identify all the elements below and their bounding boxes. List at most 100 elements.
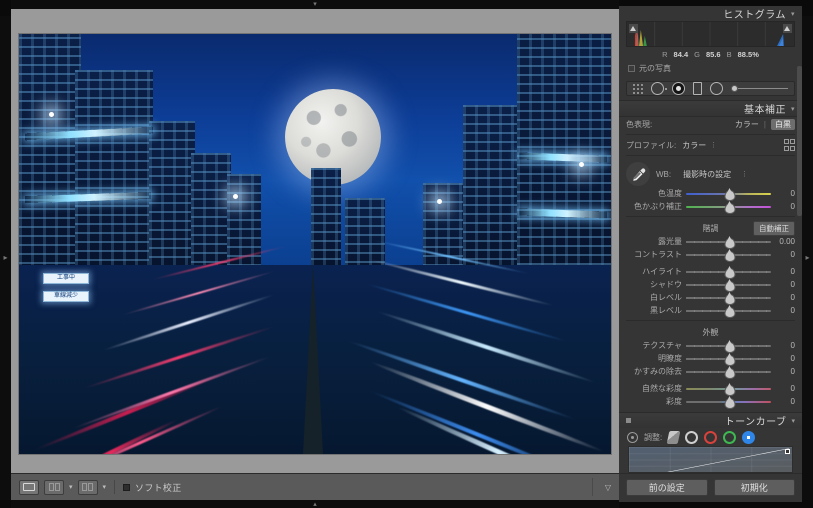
red-eye-icon[interactable]	[672, 82, 685, 96]
slider-knob[interactable]	[724, 305, 735, 319]
before-after-dropdown-icon[interactable]: ▾	[69, 483, 73, 491]
slider-value[interactable]: 0	[775, 397, 795, 406]
green-channel-icon[interactable]	[723, 431, 737, 445]
profile-browser-icon[interactable]	[783, 139, 795, 151]
slider-value[interactable]: 0	[775, 202, 795, 211]
slider-row[interactable]: テクスチャ 0	[626, 339, 795, 354]
slider-knob[interactable]	[724, 249, 735, 263]
bottom-panel-toggle[interactable]: ▴	[11, 500, 619, 508]
original-photo-row[interactable]: 元の写真	[619, 61, 802, 78]
highlight-clipping-indicator[interactable]	[783, 24, 792, 33]
slider-row[interactable]: 色かぶり補正 0	[626, 200, 795, 215]
slider-value[interactable]: 0	[775, 280, 795, 289]
triangle-down-icon[interactable]: ▾	[791, 105, 795, 113]
left-panel-toggle-icon: ▸	[3, 253, 8, 262]
slider-row[interactable]: 色温度 0	[626, 187, 795, 202]
curve-control-point[interactable]	[785, 449, 790, 455]
right-panel-toggle[interactable]: ▸	[802, 16, 813, 500]
panel-switch-icon[interactable]	[626, 418, 631, 424]
slider-value[interactable]: 0	[775, 367, 795, 376]
left-panel-toggle[interactable]: ▸	[0, 16, 11, 500]
tone-section-title: 階調 自動補正	[626, 220, 795, 237]
triangle-down-icon[interactable]: ▾	[791, 10, 795, 18]
slider-value[interactable]: 0	[775, 293, 795, 302]
image-canvas[interactable]: 工事中 車線減少	[11, 9, 619, 473]
bottom-panel-toggle-icon: ▴	[313, 500, 317, 508]
histogram-g-value: 85.6	[705, 50, 721, 60]
slider-knob[interactable]	[724, 236, 735, 250]
crop-overlay-icon[interactable]	[693, 82, 702, 96]
slider-row[interactable]: コントラスト 0	[626, 248, 795, 263]
reset-button[interactable]: 初期化	[713, 479, 795, 496]
slider-row[interactable]: 露光量 0.00	[626, 235, 795, 250]
slider-knob[interactable]	[724, 201, 735, 215]
slider-label: 白レベル	[650, 293, 682, 303]
slider-value[interactable]: 0	[775, 341, 795, 350]
targeted-adjustment-icon[interactable]	[627, 432, 638, 444]
red-channel-icon[interactable]	[704, 431, 718, 445]
treatment-bw-option[interactable]: 白黒	[771, 118, 795, 130]
toolbar-menu-icon[interactable]: ▽	[605, 483, 611, 492]
slider-knob[interactable]	[724, 292, 735, 306]
white-balance-eyedropper-icon[interactable]	[626, 162, 650, 187]
tool-strip[interactable]	[626, 81, 795, 97]
slider-value[interactable]: 0	[775, 354, 795, 363]
slider-row[interactable]: 白レベル 0	[626, 291, 795, 306]
slider-row[interactable]: シャドウ 0	[626, 278, 795, 293]
slider-value[interactable]: 0.00	[775, 237, 795, 246]
slider-knob[interactable]	[724, 366, 735, 380]
basic-panel-header[interactable]: 基本補正 ▾	[619, 100, 802, 118]
survey-dropdown-icon[interactable]: ▾	[103, 483, 107, 491]
slider-knob[interactable]	[724, 188, 735, 202]
wb-sliders: 色温度 0 色かぶり補正 0	[626, 187, 795, 215]
mask-grid-icon[interactable]	[633, 83, 643, 94]
amount-slider[interactable]	[731, 84, 788, 94]
treatment-color-option[interactable]: カラー	[735, 119, 759, 130]
tone-curve-graph[interactable]	[628, 446, 793, 473]
spot-removal-icon[interactable]	[651, 82, 667, 96]
slider-label: 明瞭度	[658, 354, 682, 364]
slider-row[interactable]: かすみの除去 0	[626, 365, 795, 380]
chevron-icon[interactable]: ⋮	[741, 170, 748, 178]
slider-knob[interactable]	[724, 353, 735, 367]
radial-filter-icon[interactable]	[710, 82, 723, 96]
view-toolbar[interactable]: ▾ ▾ ソフト校正 ▽	[11, 473, 619, 500]
previous-settings-button[interactable]: 前の設定	[626, 479, 708, 496]
slider-row[interactable]: 明瞭度 0	[626, 352, 795, 367]
loupe-view-button[interactable]	[19, 479, 39, 495]
original-photo-checkbox[interactable]	[628, 65, 635, 73]
histogram-graph[interactable]	[626, 21, 795, 48]
auto-tone-button[interactable]: 自動補正	[753, 221, 795, 237]
slider-row[interactable]: 自然な彩度 0	[626, 382, 795, 397]
slider-row[interactable]: ハイライト 0	[626, 265, 795, 280]
slider-knob[interactable]	[724, 383, 735, 397]
slider-knob[interactable]	[724, 396, 735, 410]
profile-value[interactable]: カラー	[682, 140, 706, 151]
slider-row[interactable]: 黒レベル 0	[626, 304, 795, 319]
slider-value[interactable]: 0	[775, 267, 795, 276]
slider-value[interactable]: 0	[775, 250, 795, 259]
slider-knob[interactable]	[724, 340, 735, 354]
soft-proofing-checkbox[interactable]	[123, 483, 131, 491]
slider-knob[interactable]	[724, 266, 735, 280]
slider-value[interactable]: 0	[775, 306, 795, 315]
survey-view-button[interactable]	[77, 479, 98, 495]
mix-curve-icon[interactable]	[666, 431, 681, 445]
triangle-down-icon[interactable]: ▾	[791, 417, 795, 425]
wb-value[interactable]: 撮影時の設定	[683, 169, 731, 180]
shadow-clipping-indicator[interactable]	[629, 24, 638, 33]
blue-channel-icon[interactable]	[742, 431, 756, 445]
panel-scrollbar[interactable]	[797, 66, 802, 216]
chevron-icon[interactable]: ⋮	[710, 141, 717, 149]
rgb-channel-icon[interactable]	[685, 431, 699, 445]
tone-curve-header[interactable]: トーンカーブ ▾	[619, 412, 802, 429]
photo-preview[interactable]: 工事中 車線減少	[19, 34, 611, 454]
top-panel-toggle[interactable]: ▾	[11, 0, 619, 9]
slider-value[interactable]: 0	[775, 189, 795, 198]
slider-value[interactable]: 0	[775, 384, 795, 393]
before-after-button[interactable]	[44, 479, 64, 495]
histogram-header[interactable]: ヒストグラム ▾	[619, 6, 802, 21]
slider-row[interactable]: 彩度 0	[626, 395, 795, 410]
loupe-view-icon	[23, 483, 35, 491]
slider-knob[interactable]	[724, 279, 735, 293]
